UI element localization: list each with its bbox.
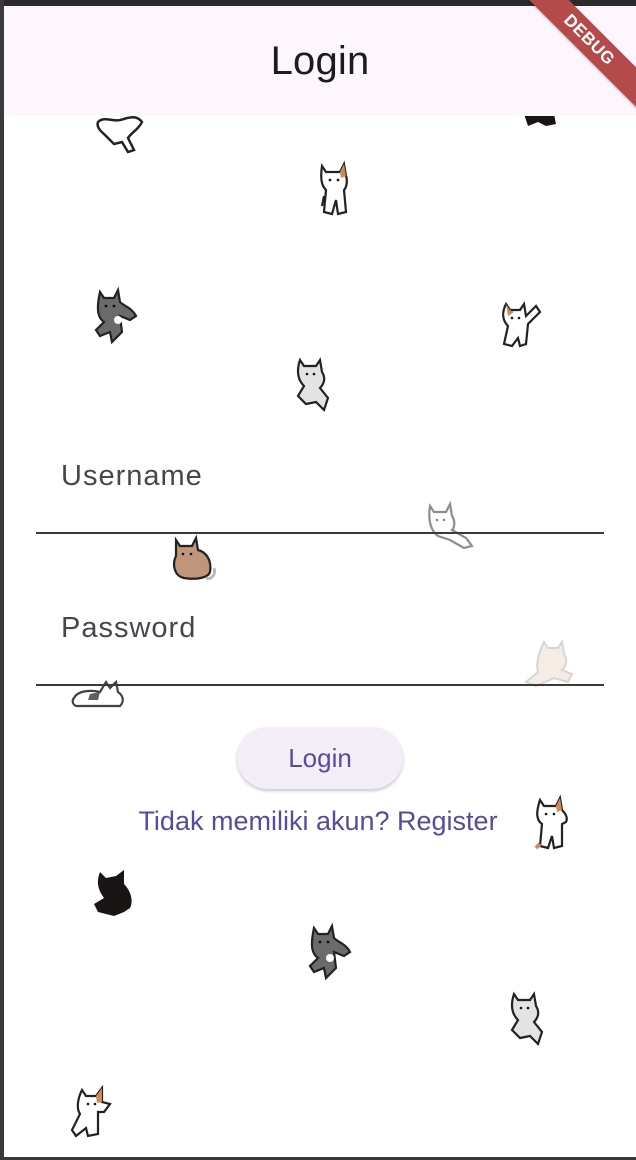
- cat-light-gray-icon: [504, 990, 550, 1048]
- login-button[interactable]: Login: [237, 727, 403, 789]
- cat-calico-icon: [496, 298, 544, 352]
- password-label: Password: [61, 612, 197, 644]
- register-link[interactable]: Tidak memiliki akun? Register: [0, 806, 636, 837]
- cat-calico-icon: [68, 1084, 114, 1140]
- cat-calico-icon: [314, 160, 356, 218]
- login-screen: Login DEBUG Username Password Login Tida…: [0, 0, 636, 1160]
- username-field[interactable]: Username: [36, 440, 604, 540]
- cat-light-gray-icon: [290, 356, 336, 414]
- cat-brown-icon: [170, 534, 220, 582]
- app-bar: Login: [4, 6, 636, 116]
- device-frame-left: [0, 0, 4, 1160]
- page-title: Login: [270, 39, 370, 83]
- cat-gray-icon: [88, 286, 142, 346]
- password-field[interactable]: Password: [36, 592, 604, 692]
- username-underline: [36, 532, 604, 534]
- username-label: Username: [61, 460, 203, 492]
- cat-black-icon: [90, 866, 138, 920]
- password-underline: [36, 684, 604, 686]
- cat-gray-icon: [302, 922, 356, 982]
